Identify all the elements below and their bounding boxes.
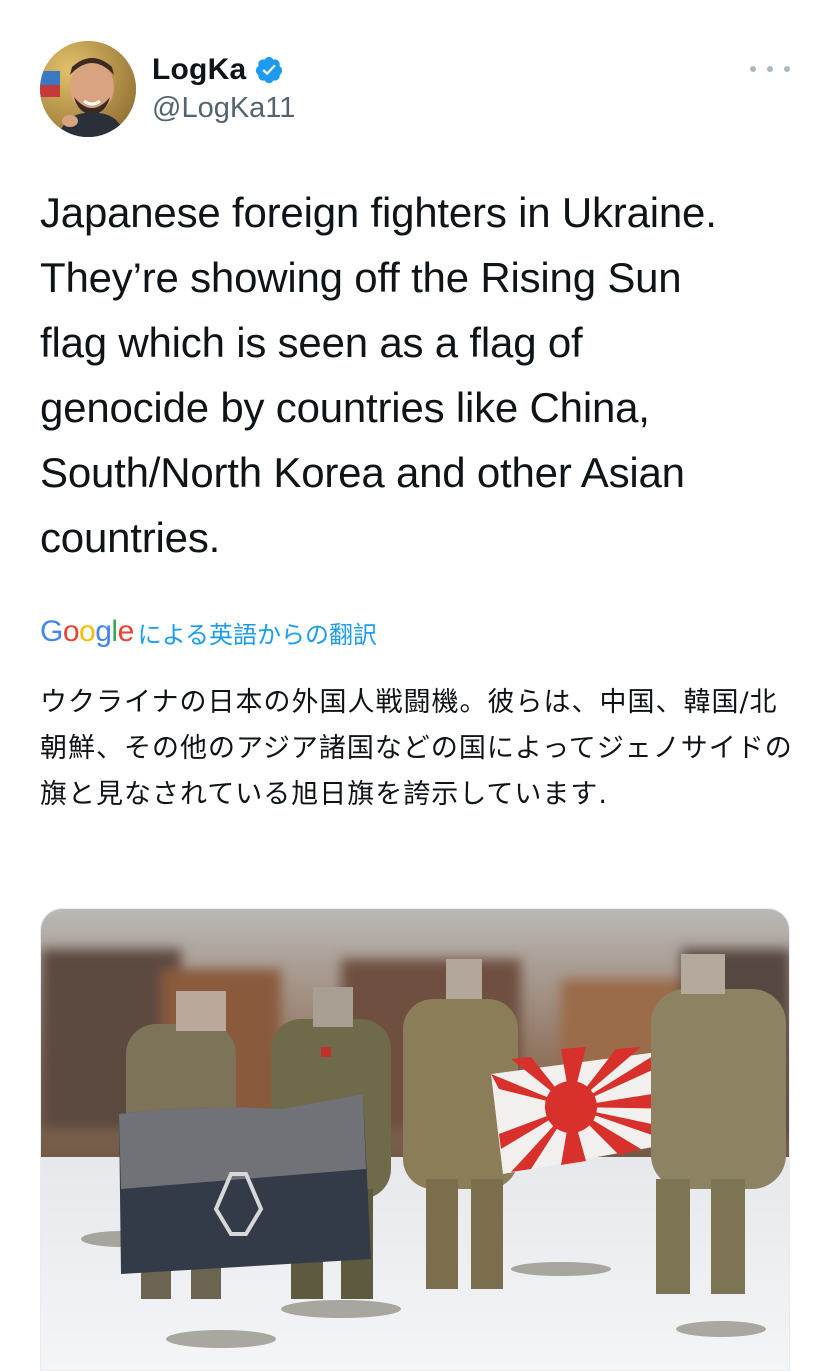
tweet: LogKa @LogKa11 Japanese foreign fighters…	[0, 0, 828, 1371]
translated-text: ウクライナの日本の外国人戦闘機。彼らは、中国、韓国/北朝鮮、その他のアジア諸国な…	[40, 687, 793, 810]
dot	[767, 66, 773, 72]
author-display-name[interactable]: LogKa	[152, 53, 246, 87]
dot	[750, 66, 756, 72]
tweet-text: Japanese foreign fighters in Ukraine. Th…	[40, 189, 717, 561]
google-logo: Google	[40, 615, 134, 648]
translation-attribution[interactable]: Google による英語からの翻訳	[40, 612, 377, 652]
verified-badge-icon	[256, 56, 283, 84]
dot	[784, 66, 790, 72]
translation-note[interactable]: による英語からの翻訳	[138, 615, 377, 650]
more-options-icon[interactable]	[750, 54, 790, 84]
author-handle[interactable]: @LogKa11	[152, 92, 295, 125]
tweet-photo[interactable]	[40, 908, 790, 1371]
author-name-row[interactable]: LogKa	[152, 52, 284, 88]
avatar[interactable]	[40, 41, 136, 137]
